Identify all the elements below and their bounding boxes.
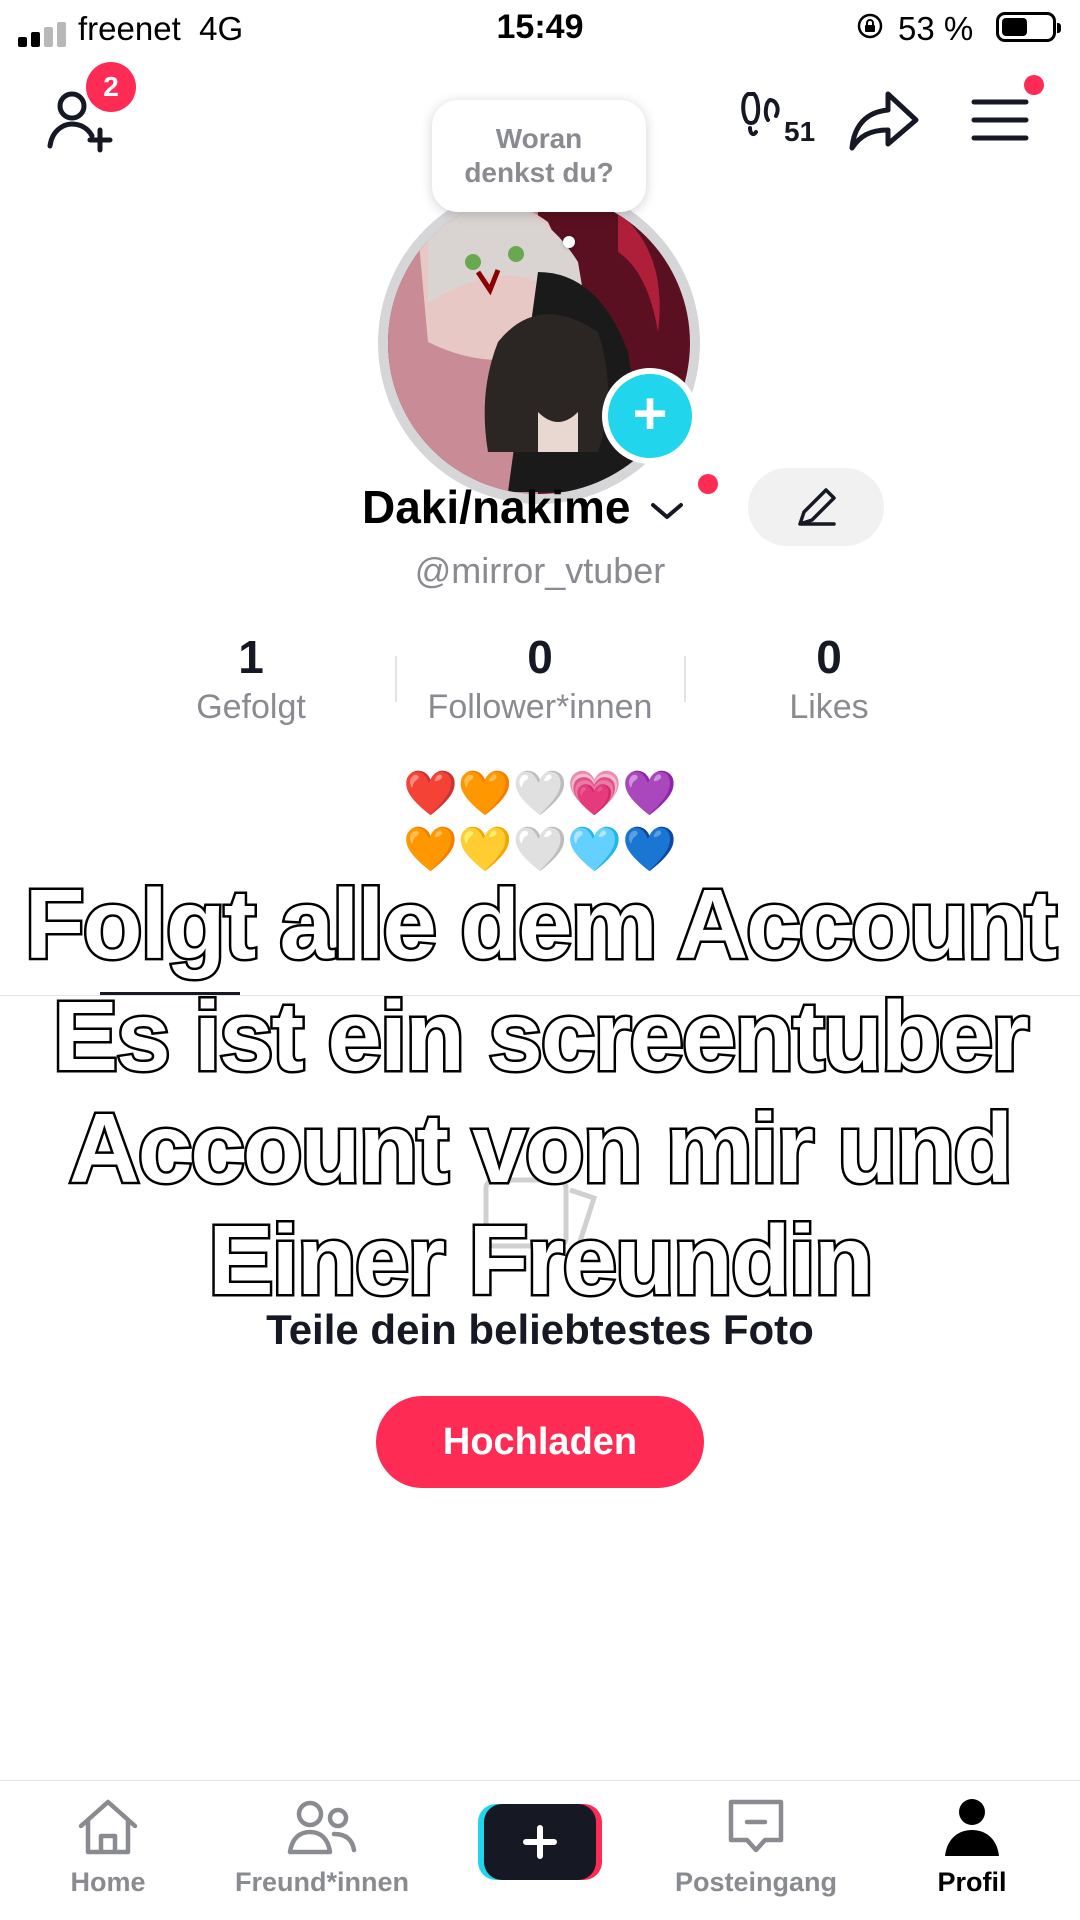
nav-friends[interactable]: Freund*innen xyxy=(222,1796,422,1898)
bio-line: ❤️🧡🤍💗💜 xyxy=(403,769,677,818)
stat-followers[interactable]: 0 Follower*innen xyxy=(395,630,685,727)
stat-value: 1 xyxy=(238,631,264,683)
nav-divider xyxy=(0,1780,1080,1781)
stat-label: Follower*innen xyxy=(427,688,653,726)
share-profile-button[interactable] xyxy=(844,80,924,160)
create-button[interactable] xyxy=(478,1802,602,1882)
home-icon xyxy=(78,1799,138,1855)
rotation-lock-icon xyxy=(857,13,883,39)
friends-icon xyxy=(287,1800,357,1855)
stat-following[interactable]: 1 Gefolgt xyxy=(106,630,396,727)
username-handle: @mirror_vtuber xyxy=(414,550,666,591)
pencil-icon xyxy=(798,488,836,526)
nav-home[interactable]: Home xyxy=(8,1796,208,1898)
stat-value: 0 xyxy=(527,631,553,683)
profile-views-count: 51 xyxy=(784,116,816,147)
chevron-down-icon xyxy=(651,503,684,519)
upload-button[interactable]: Hochladen xyxy=(376,1396,704,1488)
display-name: Daki/nakime xyxy=(362,481,631,533)
stat-value: 0 xyxy=(816,631,842,683)
status-bar: freenet 4G 15:49 53 % xyxy=(0,0,1080,60)
note-bubble-line1: Woran xyxy=(495,123,583,154)
nav-label: Home xyxy=(70,1867,146,1897)
stat-likes[interactable]: 0 Likes xyxy=(684,630,974,727)
stat-label: Likes xyxy=(789,688,869,726)
overlay-caption: Folgt alle dem Account Es ist ein screen… xyxy=(0,867,1080,1318)
nav-label: Profil xyxy=(937,1867,1007,1897)
nav-label: Posteingang xyxy=(674,1867,837,1897)
caption-line: Folgt alle dem Account xyxy=(22,867,1059,982)
footprints-icon xyxy=(741,92,780,137)
profile-views-button[interactable]: 51 xyxy=(740,90,820,160)
add-story-button[interactable]: + xyxy=(602,368,698,464)
inbox-icon xyxy=(728,1799,784,1853)
caption-line: Account von mir und xyxy=(67,1091,1016,1206)
display-name-row[interactable]: Daki/nakime xyxy=(362,480,685,534)
notification-badge: 2 xyxy=(86,62,136,112)
nav-profile[interactable]: Profil xyxy=(872,1796,1072,1898)
note-bubble-tail xyxy=(563,236,575,248)
caption-line: Es ist ein screentuber xyxy=(50,979,1032,1094)
note-bubble-line2: denkst du? xyxy=(464,157,614,188)
profile-icon xyxy=(945,1799,999,1856)
create-plus-icon xyxy=(478,1804,602,1880)
note-bubble[interactable]: Woran denkst du? xyxy=(432,100,646,212)
share-icon xyxy=(849,91,919,151)
bio: ❤️🧡🤍💗💜 🧡💛🤍🩵💙 xyxy=(0,766,1080,878)
stat-label: Gefolgt xyxy=(196,688,306,726)
menu-notification-dot xyxy=(1024,75,1044,95)
battery-percent: 53 % xyxy=(898,10,974,47)
account-switch-dot xyxy=(698,474,718,494)
edit-profile-button[interactable] xyxy=(748,468,884,546)
battery-icon xyxy=(996,12,1061,42)
nav-label: Freund*innen xyxy=(235,1867,409,1897)
nav-inbox[interactable]: Posteingang xyxy=(656,1796,856,1898)
caption-line: Einer Freundin xyxy=(206,1203,877,1318)
plus-icon: + xyxy=(632,380,668,447)
